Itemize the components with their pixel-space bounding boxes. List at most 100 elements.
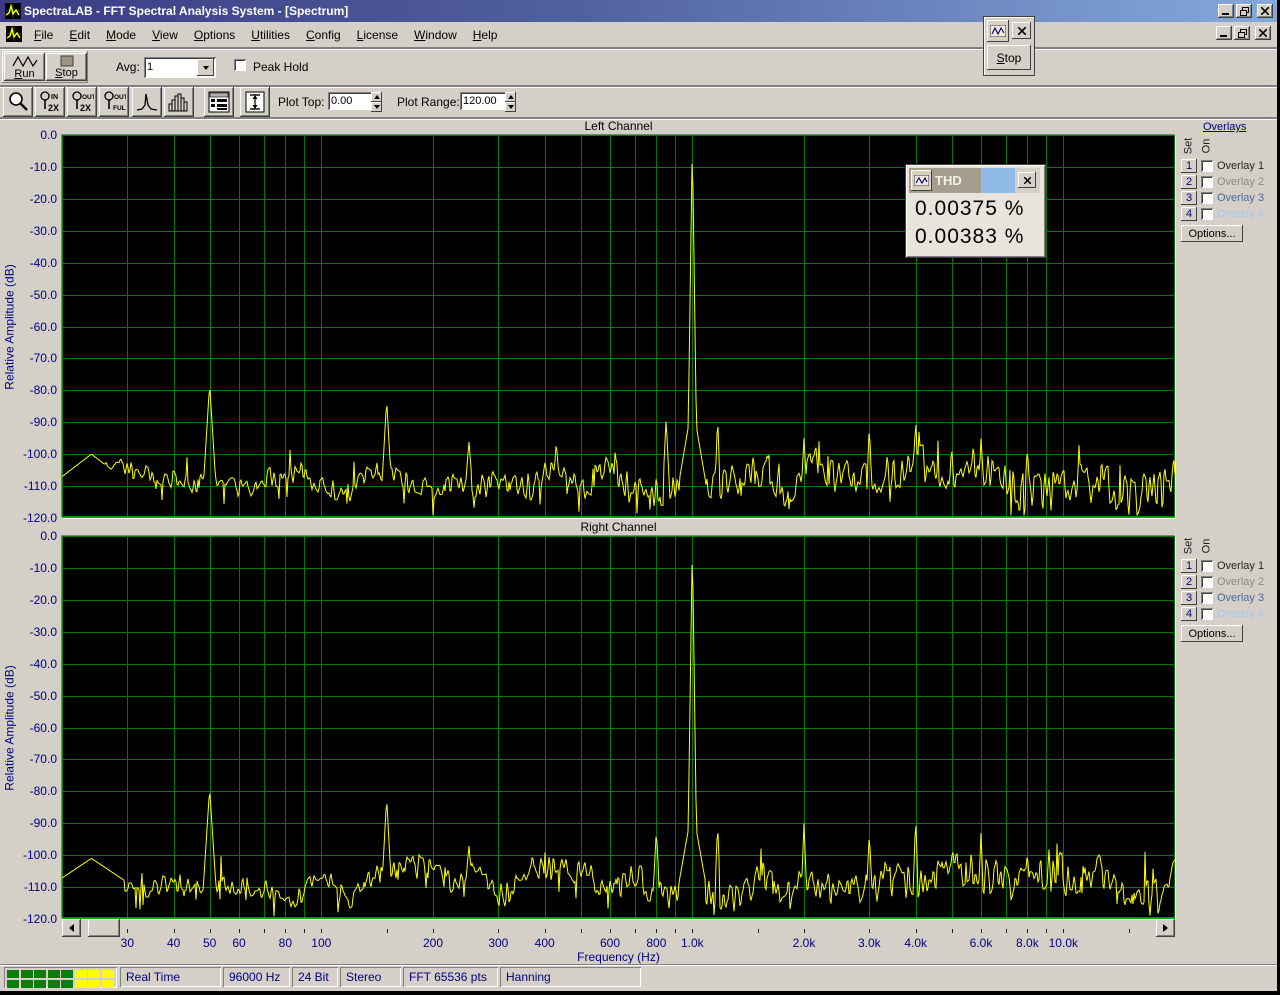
overlay-on-checkbox-4[interactable] <box>1201 608 1213 620</box>
menu-window[interactable]: Window <box>406 26 465 44</box>
overlay-set-button-2[interactable]: 2 <box>1181 575 1197 589</box>
overlay-set-button-4[interactable]: 4 <box>1181 607 1197 621</box>
x-tick-label: 600 <box>600 936 620 950</box>
menu-options[interactable]: Options <box>186 26 243 44</box>
overlay-set-button-1[interactable]: 1 <box>1181 559 1197 573</box>
close-icon <box>1018 27 1026 35</box>
child-restore-button[interactable] <box>1234 26 1250 40</box>
menu-edit[interactable]: Edit <box>61 26 98 44</box>
avg-label: Avg: <box>116 60 140 74</box>
overlay-set-button-2[interactable]: 2 <box>1181 175 1197 189</box>
close-button[interactable] <box>1257 4 1273 18</box>
avg-combobox[interactable]: 1 <box>144 57 216 78</box>
zoom-toolbar: IN 2X OUT 2X OUT FULL <box>0 87 1277 118</box>
menu-help[interactable]: Help <box>465 26 506 44</box>
bar-display-button[interactable] <box>164 87 194 117</box>
thd-window-icon-button[interactable] <box>911 170 932 191</box>
plot-range-input[interactable] <box>460 92 508 110</box>
menu-mode[interactable]: Mode <box>98 26 144 44</box>
x-tick-label: 2.0k <box>793 936 816 950</box>
overlay-label-3: Overlay 3 <box>1217 592 1264 604</box>
x-tick <box>804 929 805 933</box>
plot-top-label: Plot Top: <box>278 95 324 109</box>
stop-square-icon <box>60 55 74 67</box>
y-tick-label: -50.0 <box>0 288 57 302</box>
spin-up-icon <box>371 92 382 102</box>
status-panel-3: Stereo <box>340 967 401 987</box>
overlay-on-checkbox-3[interactable] <box>1201 592 1213 604</box>
overlay-set-button-3[interactable]: 3 <box>1181 191 1197 205</box>
x-tick <box>981 929 982 933</box>
display-options-button[interactable] <box>204 87 234 117</box>
mini-close-button[interactable] <box>1012 22 1031 39</box>
mini-stop-label: Stop <box>997 51 1022 65</box>
overlay-set-button-1[interactable]: 1 <box>1181 159 1197 173</box>
overlay-label-2: Overlay 2 <box>1217 176 1264 188</box>
y-tick-label: -10.0 <box>0 160 57 174</box>
overlay-on-checkbox-3[interactable] <box>1201 192 1213 204</box>
overlays-options-button[interactable]: Options... <box>1181 625 1243 642</box>
title-bar[interactable]: SpectraLAB - FFT Spectral Analysis Syste… <box>0 0 1277 22</box>
plot-top-input[interactable] <box>328 92 374 110</box>
overlay-on-checkbox-2[interactable] <box>1201 576 1213 588</box>
x-tick <box>545 929 546 933</box>
menu-file[interactable]: File <box>26 26 61 44</box>
minimize-icon <box>1222 7 1230 15</box>
overlay-on-checkbox-4[interactable] <box>1201 208 1213 220</box>
zoom-out-2x-button[interactable]: OUT 2X <box>67 87 97 117</box>
scroll-thumb[interactable] <box>88 919 120 937</box>
peak-hold-checkbox[interactable] <box>234 59 246 71</box>
minimize-button[interactable] <box>1218 4 1234 18</box>
x-tick-label: 80 <box>279 936 292 950</box>
stop-label: Stop <box>55 67 78 79</box>
restore-button[interactable] <box>1236 4 1252 18</box>
child-minimize-button[interactable] <box>1216 26 1232 40</box>
overlay-set-button-4[interactable]: 4 <box>1181 207 1197 221</box>
mini-stop-button[interactable]: Stop <box>987 45 1031 70</box>
avg-dropdown-button[interactable] <box>197 59 214 76</box>
menu-license[interactable]: License <box>349 26 406 44</box>
right-channel-plot[interactable] <box>62 536 1175 919</box>
y-tick-label: -60.0 <box>0 320 57 334</box>
overlay-set-button-3[interactable]: 3 <box>1181 591 1197 605</box>
menu-utilities[interactable]: Utilities <box>243 26 298 44</box>
vertical-range-button[interactable] <box>240 87 270 117</box>
child-close-button[interactable] <box>1255 26 1271 40</box>
plot-range-spinner[interactable] <box>505 92 516 112</box>
thd-close-button[interactable] <box>1018 172 1036 188</box>
level-meter <box>4 967 117 988</box>
peak-curve-button[interactable] <box>132 87 162 117</box>
x-tick <box>1046 929 1047 933</box>
overlays-options-button[interactable]: Options... <box>1181 225 1243 242</box>
x-tick <box>1129 929 1130 933</box>
plot-top-spinner[interactable] <box>371 92 382 112</box>
mini-window-icon-button[interactable] <box>987 20 1009 42</box>
x-tick <box>321 929 322 933</box>
overlay-on-checkbox-1[interactable] <box>1201 160 1213 172</box>
scroll-left-button[interactable] <box>62 919 81 937</box>
left-channel-title: Left Channel <box>62 119 1175 133</box>
menu-config[interactable]: Config <box>298 26 349 44</box>
overlay-on-checkbox-1[interactable] <box>1201 560 1213 572</box>
overlay-on-checkbox-2[interactable] <box>1201 176 1213 188</box>
overlays-heading[interactable]: Overlays <box>1203 121 1246 133</box>
x-tick-label: 50 <box>203 936 216 950</box>
bar-display-icon <box>167 90 191 114</box>
zoom-cursor-button[interactable] <box>3 87 33 117</box>
menu-view[interactable]: View <box>144 26 186 44</box>
x-tick-label: 1.0k <box>681 936 704 950</box>
waveform-icon <box>914 175 929 186</box>
x-tick <box>675 929 676 933</box>
meter-yellow-block <box>88 980 100 988</box>
meter-green-block <box>21 980 33 988</box>
thd-title-gradient <box>981 168 1015 193</box>
thd-title-bar[interactable]: THD <box>909 168 1040 193</box>
zoom-in-2x-button[interactable]: IN 2X <box>35 87 65 117</box>
zoom-out-full-button[interactable]: OUT FULL <box>99 87 129 117</box>
meter-yellow-block <box>75 980 87 988</box>
stop-button[interactable]: Stop <box>46 53 87 81</box>
child-restore-icon <box>1238 29 1247 38</box>
run-button[interactable]: Run <box>4 53 45 81</box>
chevron-down-icon <box>203 66 209 70</box>
scroll-right-button[interactable] <box>1156 919 1175 937</box>
